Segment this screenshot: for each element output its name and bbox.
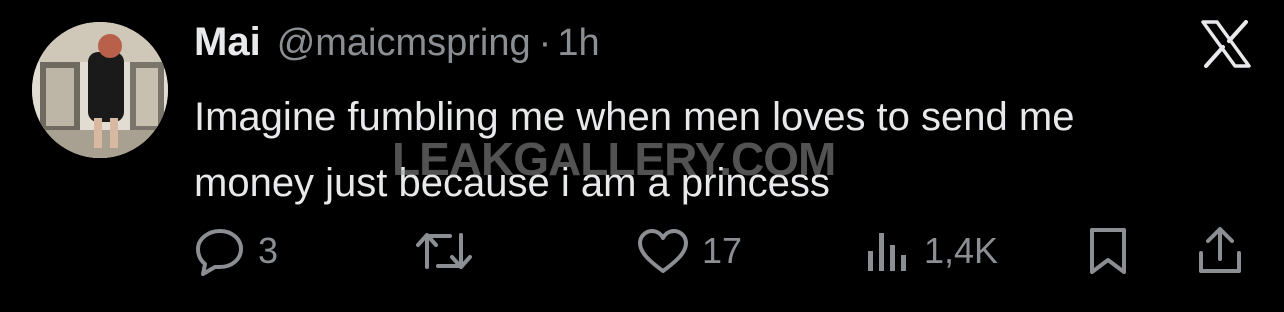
- like-count: 17: [702, 230, 743, 271]
- avatar[interactable]: [32, 22, 168, 158]
- watermark: LEAKGALLERY.COM: [392, 133, 836, 185]
- tweet-header: Mai @maicmspring · 1h: [194, 20, 600, 70]
- views-chart-icon: [864, 227, 912, 275]
- x-logo-icon[interactable]: [1200, 20, 1252, 68]
- share-icon: [1196, 225, 1244, 277]
- action-bar: 3 17 1,4K: [0, 222, 1284, 280]
- views-count: 1,4K: [924, 230, 999, 271]
- share-button[interactable]: [1196, 222, 1244, 280]
- separator-dot: ·: [538, 22, 552, 64]
- retweet-button[interactable]: [414, 222, 486, 280]
- avatar-image: [32, 22, 168, 158]
- reply-icon: [194, 226, 246, 276]
- reply-button[interactable]: 3: [194, 222, 278, 280]
- retweet-icon: [414, 227, 474, 275]
- author-handle[interactable]: @maicmspring: [277, 22, 531, 65]
- like-button[interactable]: 17: [636, 222, 742, 280]
- bookmark-icon: [1086, 226, 1130, 276]
- heart-icon: [636, 227, 690, 275]
- author-name[interactable]: Mai: [194, 20, 261, 65]
- bookmark-button[interactable]: [1086, 222, 1130, 280]
- views-button[interactable]: 1,4K: [864, 222, 998, 280]
- reply-count: 3: [258, 230, 279, 271]
- timestamp[interactable]: 1h: [557, 22, 599, 65]
